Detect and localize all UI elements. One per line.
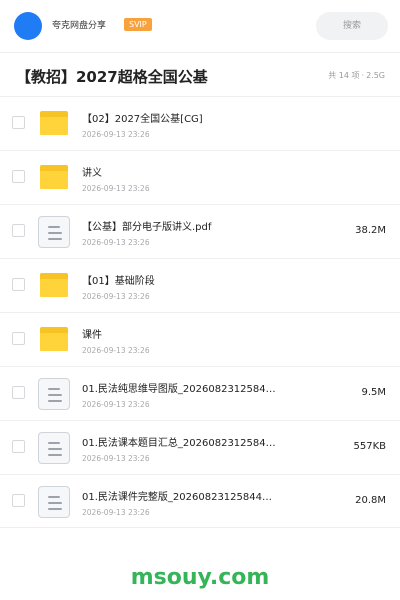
- file-size: 9.5M: [361, 387, 386, 398]
- list-item[interactable]: 01.民法纯思维导图版_2026082312584… 2026-09-13 23…: [0, 366, 400, 420]
- share-owner-name: 夸克网盘分享: [52, 21, 107, 31]
- select-checkbox[interactable]: [12, 278, 25, 291]
- folder-icon: [38, 162, 70, 194]
- list-item[interactable]: 【01】基础阶段 2026-09-13 23:26: [0, 258, 400, 312]
- document-icon: [38, 486, 70, 518]
- folder-icon: [38, 324, 70, 356]
- folder-icon: [38, 108, 70, 140]
- select-checkbox[interactable]: [12, 386, 25, 399]
- file-name: 01.民法纯思维导图版_2026082312584…: [82, 384, 276, 395]
- document-icon: [38, 378, 70, 410]
- folder-summary: 共 14 项 · 2.5G: [327, 70, 386, 81]
- file-list: 【02】2027全国公基[CG] 2026-09-13 23:26 讲义 202…: [0, 96, 400, 528]
- list-item[interactable]: 01.民法课件完整版_20260823125844… 2026-09-13 23…: [0, 474, 400, 528]
- list-item[interactable]: 课件 2026-09-13 23:26: [0, 312, 400, 366]
- select-checkbox[interactable]: [12, 332, 25, 345]
- file-name: 【02】2027全国公基[CG]: [82, 114, 203, 125]
- file-date: 2026-09-13 23:26: [82, 508, 150, 517]
- folder-icon: [38, 270, 70, 302]
- item-count: 共 14 项: [328, 71, 360, 80]
- file-size: 38.2M: [355, 225, 386, 236]
- file-date: 2026-09-13 23:26: [82, 400, 150, 409]
- document-icon: [38, 216, 70, 248]
- file-date: 2026-09-13 23:26: [82, 238, 150, 247]
- list-item[interactable]: 【公基】部分电子版讲义.pdf 2026-09-13 23:26 38.2M: [0, 204, 400, 258]
- list-item[interactable]: 01.民法课本题目汇总_2026082312584… 2026-09-13 23…: [0, 420, 400, 474]
- avatar[interactable]: [14, 12, 42, 40]
- summary-separator: ·: [361, 71, 365, 80]
- select-checkbox[interactable]: [12, 170, 25, 183]
- file-date: 2026-09-13 23:26: [82, 184, 150, 193]
- page-title: 【教招】2027超格全国公基: [16, 68, 208, 86]
- file-date: 2026-09-13 23:26: [82, 454, 150, 463]
- file-date: 2026-09-13 23:26: [82, 346, 150, 355]
- list-item[interactable]: 【02】2027全国公基[CG] 2026-09-13 23:26: [0, 96, 400, 150]
- app-header: 夸克网盘分享 SVIP 搜索: [0, 0, 400, 52]
- select-checkbox[interactable]: [12, 440, 25, 453]
- file-date: 2026-09-13 23:26: [82, 292, 150, 301]
- file-name: 课件: [82, 330, 102, 341]
- file-name: 【公基】部分电子版讲义.pdf: [82, 222, 212, 233]
- file-name: 【01】基础阶段: [82, 276, 155, 287]
- file-size: 20.8M: [355, 495, 386, 506]
- select-checkbox[interactable]: [12, 494, 25, 507]
- file-date: 2026-09-13 23:26: [82, 130, 150, 139]
- total-size: 2.5G: [366, 71, 385, 80]
- search-input[interactable]: 搜索: [316, 12, 388, 40]
- file-name: 讲义: [82, 168, 102, 179]
- select-checkbox[interactable]: [12, 224, 25, 237]
- file-size: 557KB: [353, 441, 386, 452]
- site-watermark: msouy.com: [130, 565, 270, 590]
- file-name: 01.民法课本题目汇总_2026082312584…: [82, 438, 276, 449]
- list-item[interactable]: 讲义 2026-09-13 23:26: [0, 150, 400, 204]
- file-name: 01.民法课件完整版_20260823125844…: [82, 492, 272, 503]
- svip-badge: SVIP: [124, 18, 152, 31]
- select-checkbox[interactable]: [12, 116, 25, 129]
- document-icon: [38, 432, 70, 464]
- folder-title-row: 【教招】2027超格全国公基 共 14 项 · 2.5G: [0, 53, 400, 97]
